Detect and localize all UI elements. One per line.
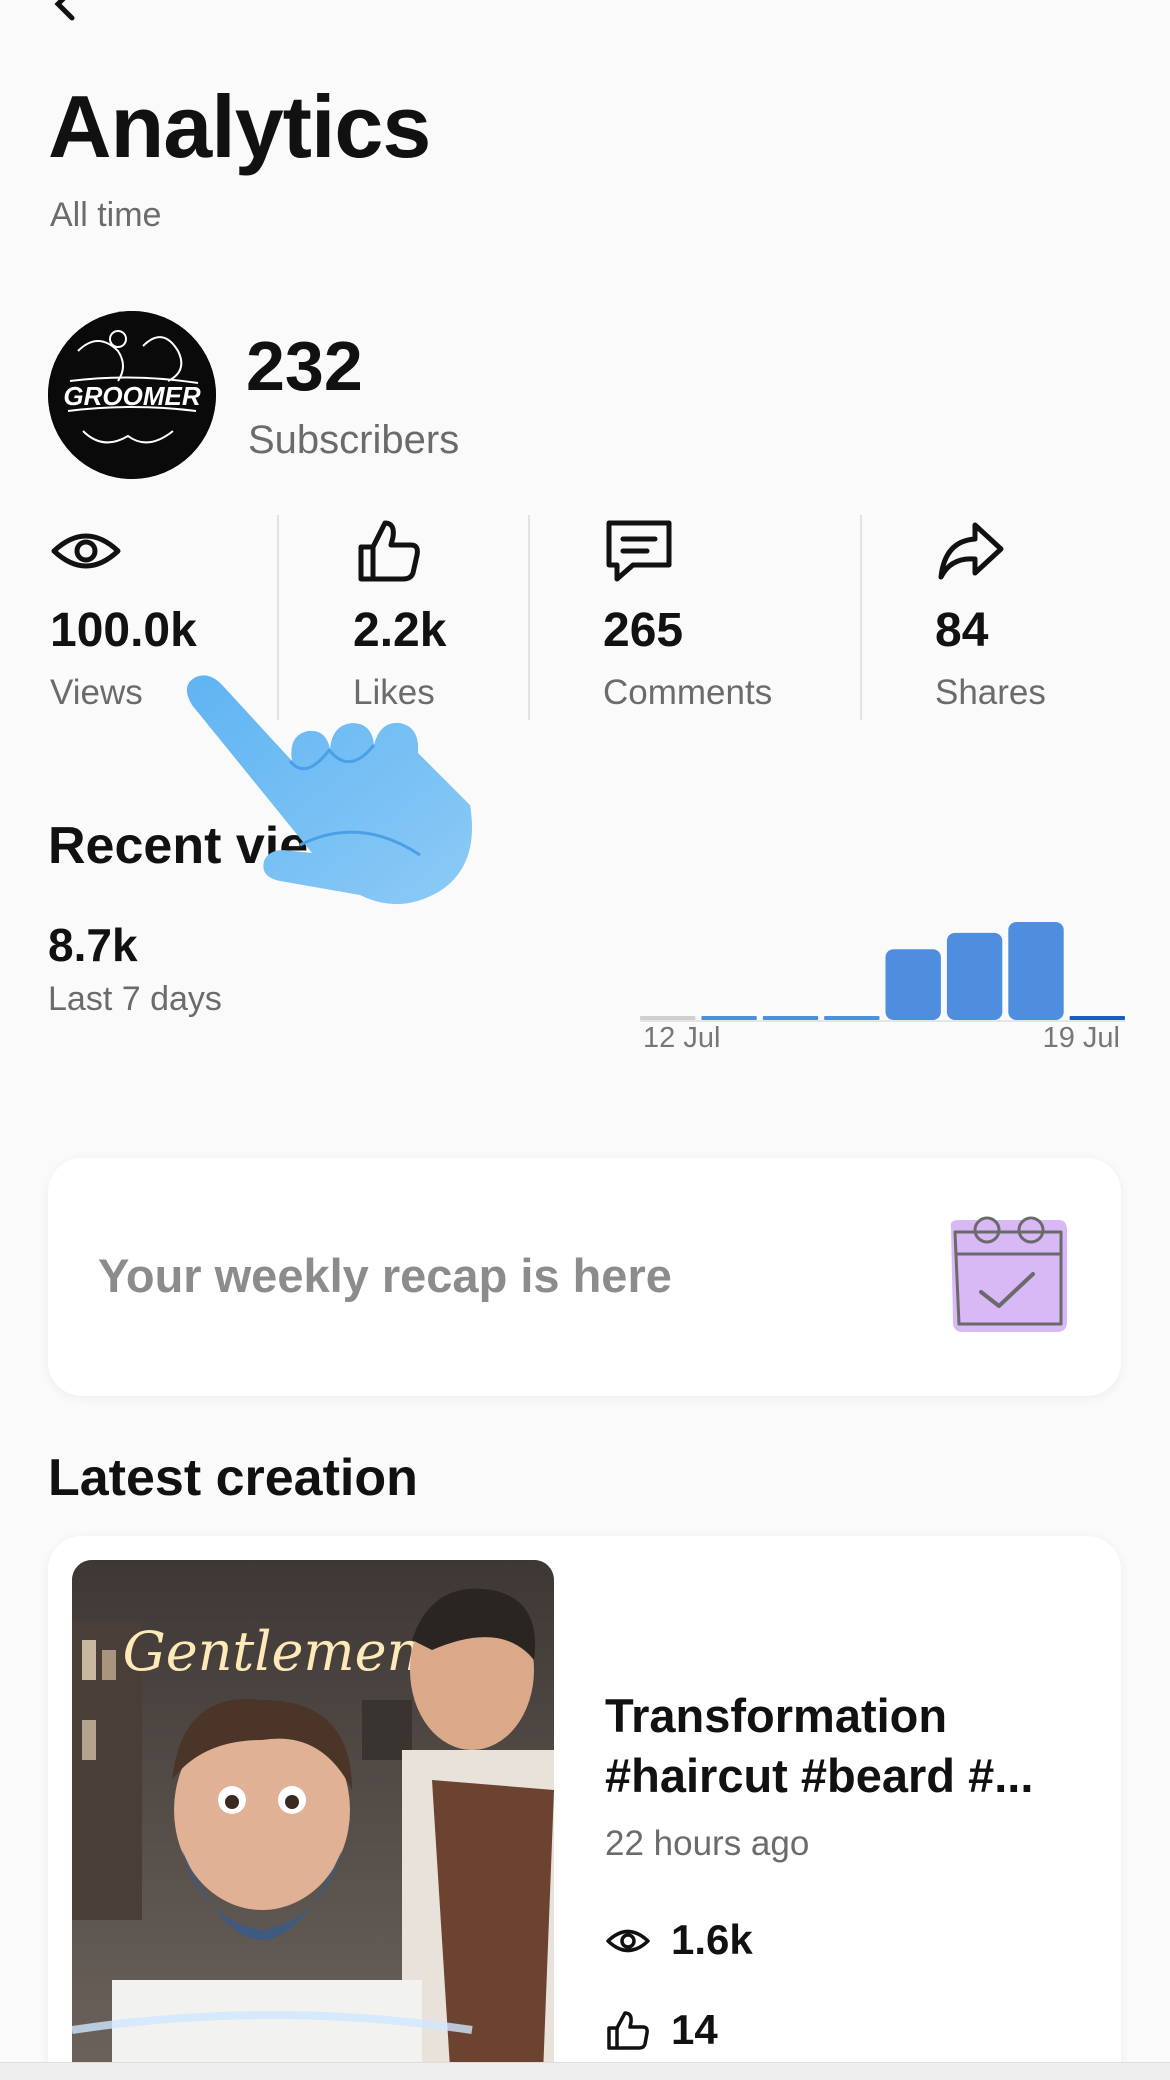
latest-creation-title: Latest creation <box>48 1449 418 1507</box>
thumbs-up-icon <box>607 2011 649 2050</box>
chart-bar-12-jul[interactable] <box>640 1016 696 1020</box>
latest-creation-card[interactable]: Gentlemen Transformation #haircut #beard… <box>48 1536 1121 2080</box>
stat-divider <box>528 515 530 720</box>
comments-value: 265 <box>603 604 684 657</box>
subscriber-label: Subscribers <box>248 418 460 462</box>
weekly-recap-card[interactable]: Your weekly recap is here <box>48 1158 1121 1396</box>
recent-views-title: Recent views <box>48 817 378 875</box>
eye-icon <box>51 533 121 569</box>
time-range-label: All time <box>50 196 162 234</box>
chart-bar-15-jul[interactable] <box>824 1016 880 1020</box>
page-title: Analytics <box>48 77 431 176</box>
chart-start-label: 12 Jul <box>643 1022 721 1054</box>
chart-bar-18-jul[interactable] <box>1008 922 1064 1020</box>
logo-text: GROOMER <box>63 381 200 411</box>
top-bar <box>0 0 1170 30</box>
views-value: 100.0k <box>50 604 197 657</box>
thumbnail-image: Gentlemen <box>72 1560 554 2080</box>
likes-label: Likes <box>353 673 435 712</box>
stat-divider <box>860 515 862 720</box>
views-label: Views <box>50 673 143 712</box>
stats-row: 100.0k Views 2.2k Likes 265 Comments 84 … <box>0 515 1170 720</box>
stat-divider <box>277 515 279 720</box>
back-chevron-icon[interactable] <box>48 0 84 22</box>
video-thumbnail[interactable]: Gentlemen <box>72 1560 554 2080</box>
calendar-check-icon <box>950 1216 1067 1332</box>
comment-icon <box>606 520 672 582</box>
recent-views-value: 8.7k <box>48 919 138 971</box>
shares-label: Shares <box>935 673 1046 712</box>
creation-time: 22 hours ago <box>605 1824 810 1863</box>
recent-views-caption: Last 7 days <box>48 980 222 1018</box>
likes-value: 2.2k <box>353 604 447 657</box>
chart-bar-19-jul[interactable] <box>1069 1016 1125 1020</box>
groomer-logo: GROOMER <box>48 311 216 479</box>
chart-bar-13-jul[interactable] <box>701 1016 757 1020</box>
chart-bar-17-jul[interactable] <box>946 932 1003 1020</box>
chart-bar-14-jul[interactable] <box>762 1016 819 1020</box>
creation-views-value: 1.6k <box>671 1916 753 1963</box>
comments-label: Comments <box>603 673 773 712</box>
shares-value: 84 <box>935 604 989 657</box>
chart-bar-16-jul[interactable] <box>885 949 941 1020</box>
creation-likes-value: 14 <box>671 2006 718 2053</box>
channel-avatar[interactable]: GROOMER <box>48 311 216 479</box>
chart-end-label: 19 Jul <box>1042 1022 1120 1054</box>
share-icon <box>938 522 1004 580</box>
bottom-tab-bar <box>0 2062 1170 2080</box>
eye-icon <box>606 1929 650 1953</box>
thumbs-up-icon <box>358 520 420 582</box>
creation-title[interactable]: Transformation #haircut #beard #... <box>605 1686 1085 1806</box>
thumbnail-sign-text: Gentlemen <box>123 1620 422 1683</box>
weekly-recap-text: Your weekly recap is here <box>98 1249 672 1302</box>
more-icon[interactable] <box>1080 0 1110 20</box>
subscriber-count: 232 <box>246 327 363 405</box>
